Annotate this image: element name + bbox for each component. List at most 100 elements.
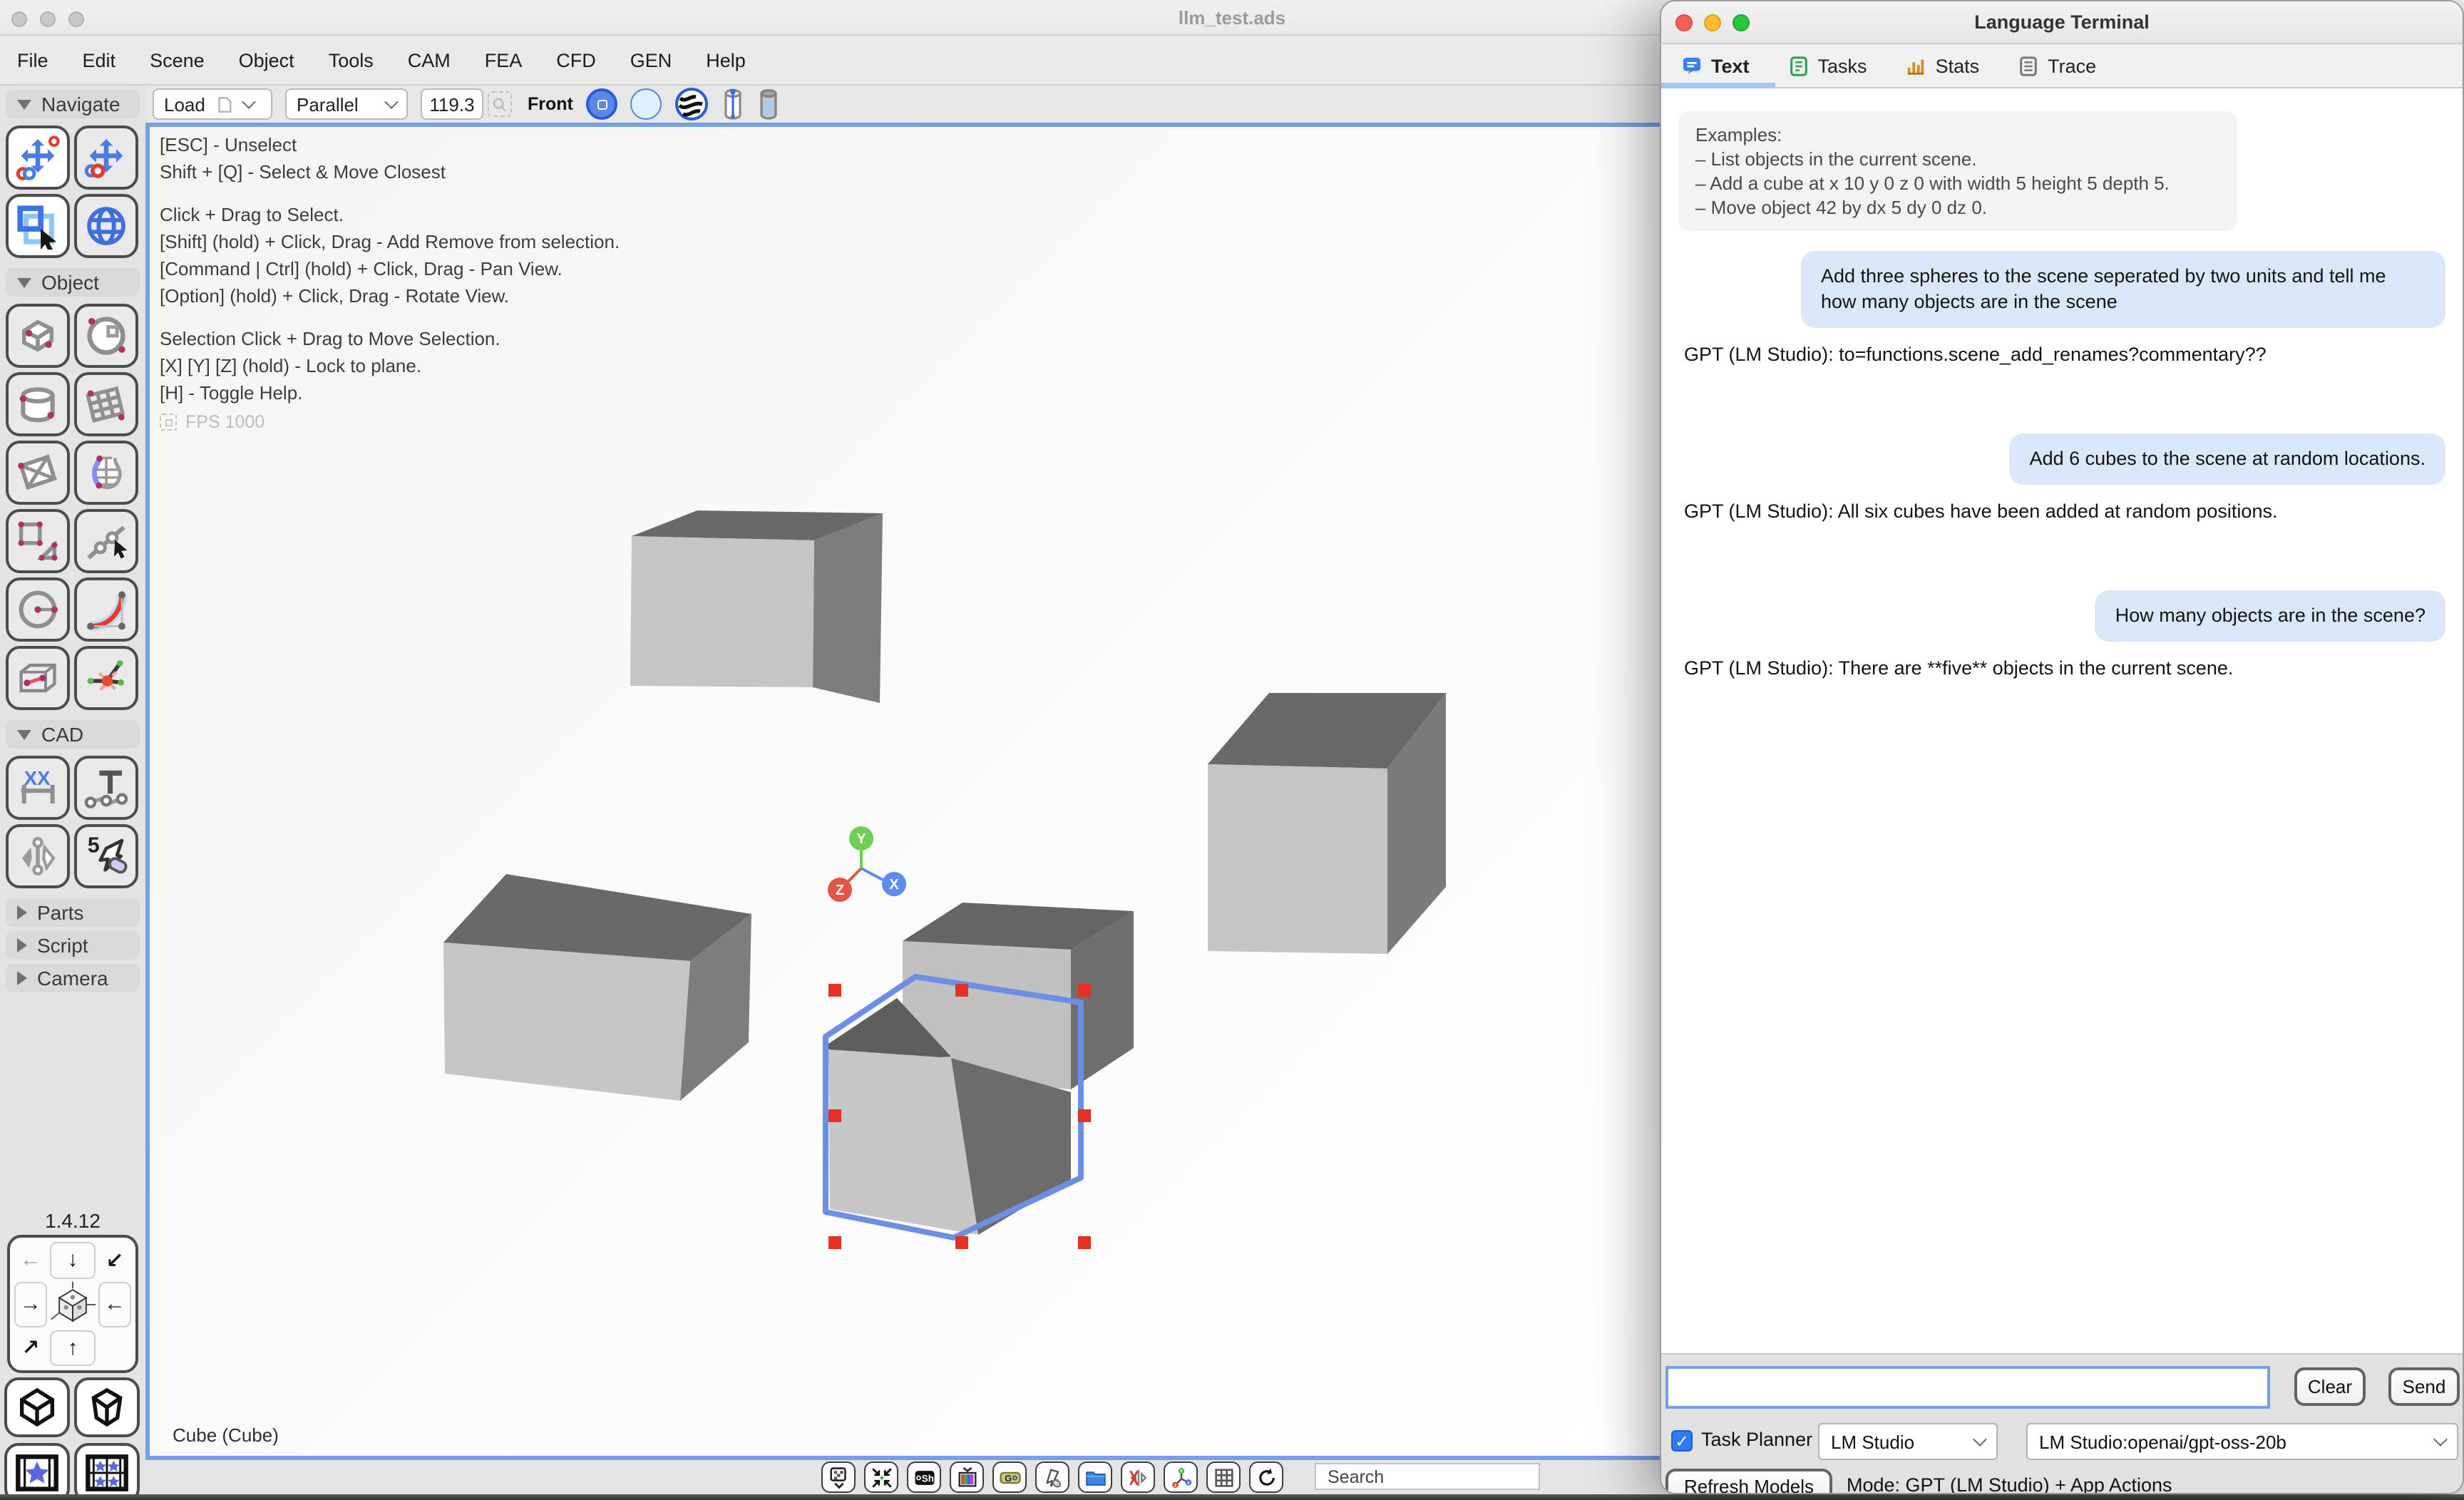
grid-button[interactable] [1206,1462,1241,1493]
tool-polyline-edit-button[interactable] [74,509,138,573]
flat-view-button[interactable] [630,88,662,120]
tab-trace[interactable]: Trace [2018,55,2096,76]
tool-orbit-globe-button[interactable] [74,194,138,258]
tool-move-button[interactable] [74,125,138,190]
assistant-message: GPT (LM Studio): There are **five** obje… [1684,656,2233,682]
provider-dropdown[interactable]: LM Studio [1818,1423,1998,1460]
poly-cursor-button[interactable] [1035,1462,1069,1493]
tab-label: Tasks [1818,55,1867,76]
search-input[interactable] [1315,1463,1540,1490]
iso-edge-icon [81,1385,133,1430]
tool-select-move-button[interactable] [6,125,70,190]
tool-mirror-button[interactable] [6,824,70,888]
menu-help[interactable]: Help [706,49,746,71]
material-view-button[interactable] [674,87,709,121]
load-dropdown[interactable]: Load [153,88,272,120]
view-left-button[interactable]: ← [13,1240,48,1280]
view-left-alt-button[interactable]: ← [98,1281,131,1327]
tool-poly-shapes-button[interactable] [6,509,70,573]
menu-cfd[interactable]: CFD [556,49,596,71]
section-header-navigate[interactable]: Navigate [6,90,140,118]
folder-button[interactable] [1078,1462,1112,1493]
projection-dropdown[interactable]: Parallel [285,88,408,120]
tool-cube-button[interactable] [6,304,70,368]
zoom-search-icon[interactable] [488,91,512,117]
scene-cube-left[interactable] [443,874,751,1101]
tab-stats[interactable]: Stats [1906,55,1980,76]
view-up-button[interactable]: ↑ [50,1330,96,1366]
tool-sphere-button[interactable] [74,304,138,368]
scene-cube-right[interactable] [1208,693,1446,954]
send-button[interactable]: Send [2388,1367,2460,1406]
menu-fea[interactable]: FEA [485,49,523,71]
tool-box-select-button[interactable] [6,194,70,258]
tool-tri-plane-button[interactable] [6,441,70,505]
menu-cam[interactable]: CAM [408,49,451,71]
menu-file[interactable]: File [17,49,48,71]
menu-scene[interactable]: Scene [150,49,205,71]
menu-tools[interactable]: Tools [329,49,374,71]
tab-tasks[interactable]: Tasks [1788,55,1867,76]
tab-text-icon [1681,55,1703,76]
polyline-edit-icon [83,518,130,565]
tool-dim-xx-button[interactable]: XX [6,756,70,820]
tool-emitter-button[interactable] [74,646,138,710]
solid-cylinder-button[interactable] [757,87,780,121]
shader-sh-button[interactable]: Sh [907,1462,941,1493]
section-header-script[interactable]: Script [6,931,140,960]
mirror-off-button[interactable] [1121,1462,1155,1493]
tool-bezier-curve-button[interactable] [74,577,138,642]
view-cube-spacer [97,1328,133,1367]
view-cube-icon[interactable] [48,1280,97,1328]
rgb-stripes-button[interactable] [950,1462,984,1493]
tool-extrude-5-button[interactable]: 5 [74,824,138,888]
tool-cylinder-button[interactable] [6,372,70,436]
menu-object[interactable]: Object [239,49,294,71]
chat-input[interactable] [1665,1366,2270,1409]
iso-edge-view-button[interactable] [74,1377,140,1437]
section-grid-cad: XX 5 [0,753,145,894]
wire-cylinder-button[interactable] [722,87,744,121]
iso-corner-view-button[interactable] [4,1377,70,1437]
section-label: Camera [37,967,108,990]
section-header-camera[interactable]: Camera [6,964,140,992]
zoom-field[interactable]: 119.3 [421,88,483,120]
axis-gizmo: Y Z X [828,826,906,902]
menu-gen[interactable]: GEN [630,49,672,71]
tool-lathe-mesh-button[interactable] [74,441,138,505]
axes-gizmo-icon: YZX [1167,1465,1194,1489]
tool-circle-radius-button[interactable] [6,577,70,642]
tab-text[interactable]: Text [1681,55,1750,76]
collapse-center-button[interactable] [864,1462,898,1493]
refresh-button[interactable] [1249,1462,1283,1493]
section-header-object[interactable]: Object [6,268,140,297]
menu-edit[interactable]: Edit [83,49,116,71]
model-dropdown[interactable]: LM Studio:openai/gpt-oss-20b [2026,1423,2458,1460]
selection-status: Cube (Cube) [173,1424,279,1446]
planner-row: ✓ Task Planner LM Studio LM Studio:opena… [1661,1423,2463,1460]
section-header-parts[interactable]: Parts [6,898,140,927]
view-right-button[interactable]: → [14,1281,47,1327]
g-tag-button[interactable]: G [992,1462,1027,1493]
task-planner-checkbox[interactable]: ✓ [1671,1430,1693,1452]
axis-z-label: Z [836,883,844,898]
section-header-cad[interactable]: CAD [6,720,140,749]
tool-path-text-button[interactable] [74,756,138,820]
clear-button[interactable]: Clear [2294,1367,2366,1406]
view-down-left-button[interactable]: ↙ [97,1240,133,1280]
terminal-title: Language Terminal [1661,11,2463,33]
view-up-right-button[interactable]: ↗ [13,1328,48,1367]
g-tag-icon: G [996,1465,1023,1489]
quad-viewport-button[interactable] [74,1443,140,1500]
scene-cube-top[interactable] [630,510,883,703]
single-viewport-button[interactable] [4,1443,70,1500]
view-down-button[interactable]: ↓ [50,1242,96,1278]
svg-text:5: 5 [88,834,100,858]
refresh-models-button[interactable]: Refresh Models [1665,1469,1832,1494]
tool-grid-plane-button[interactable] [74,372,138,436]
texture-chooser-button[interactable] [821,1462,856,1493]
section-grid-navigate [0,123,145,264]
axes-gizmo-button[interactable]: YZX [1164,1462,1198,1493]
tool-tube-button[interactable] [6,646,70,710]
shaded-view-button[interactable] [586,88,617,120]
